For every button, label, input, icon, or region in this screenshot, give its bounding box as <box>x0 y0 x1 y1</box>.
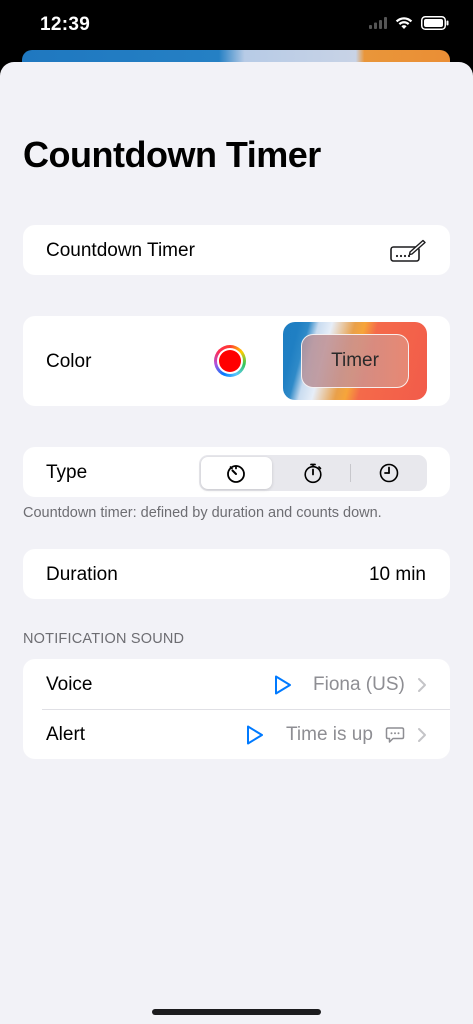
keyboard-edit-icon[interactable] <box>390 239 426 263</box>
duration-value[interactable]: 10 min <box>369 564 426 586</box>
countdown-timer-icon[interactable] <box>225 462 247 484</box>
page-title: Countdown Timer <box>23 134 321 175</box>
selected-color-dot <box>219 350 241 372</box>
battery-icon <box>421 16 449 30</box>
alert-value[interactable]: Time is up <box>286 724 373 746</box>
alert-label: Alert <box>46 724 86 745</box>
notification-sound-header: NOTIFICATION SOUND <box>23 631 185 647</box>
voice-value[interactable]: Fiona (US) <box>313 674 405 696</box>
stopwatch-icon[interactable] <box>302 462 324 484</box>
color-picker-button[interactable] <box>214 345 246 377</box>
color-picker-ring <box>217 348 243 374</box>
duration-label: Duration <box>46 564 118 585</box>
home-indicator <box>152 1009 321 1015</box>
wifi-icon <box>395 17 413 29</box>
play-voice-icon[interactable] <box>273 674 293 696</box>
preview-timer-button[interactable]: Timer <box>301 334 409 388</box>
chevron-right-icon[interactable] <box>417 727 427 743</box>
play-alert-icon[interactable] <box>245 724 265 746</box>
status-bar: 12:39 <box>0 0 473 52</box>
row-divider <box>42 709 450 710</box>
type-segmented-control <box>199 455 427 491</box>
settings-sheet <box>0 62 473 1024</box>
timer-name-text[interactable]: Countdown Timer <box>46 240 195 262</box>
speech-bubble-icon <box>385 727 405 743</box>
voice-label: Voice <box>46 674 93 695</box>
color-label: Color <box>46 351 92 372</box>
status-time: 12:39 <box>40 14 91 35</box>
segment-divider <box>350 464 351 482</box>
color-preview[interactable]: Timer <box>283 322 427 400</box>
type-label: Type <box>46 462 88 483</box>
chevron-right-icon[interactable] <box>417 677 427 693</box>
type-footnote: Countdown timer: defined by duration and… <box>23 505 382 521</box>
clock-icon[interactable] <box>378 462 400 484</box>
status-icons <box>369 16 449 30</box>
signal-icon <box>369 17 387 29</box>
